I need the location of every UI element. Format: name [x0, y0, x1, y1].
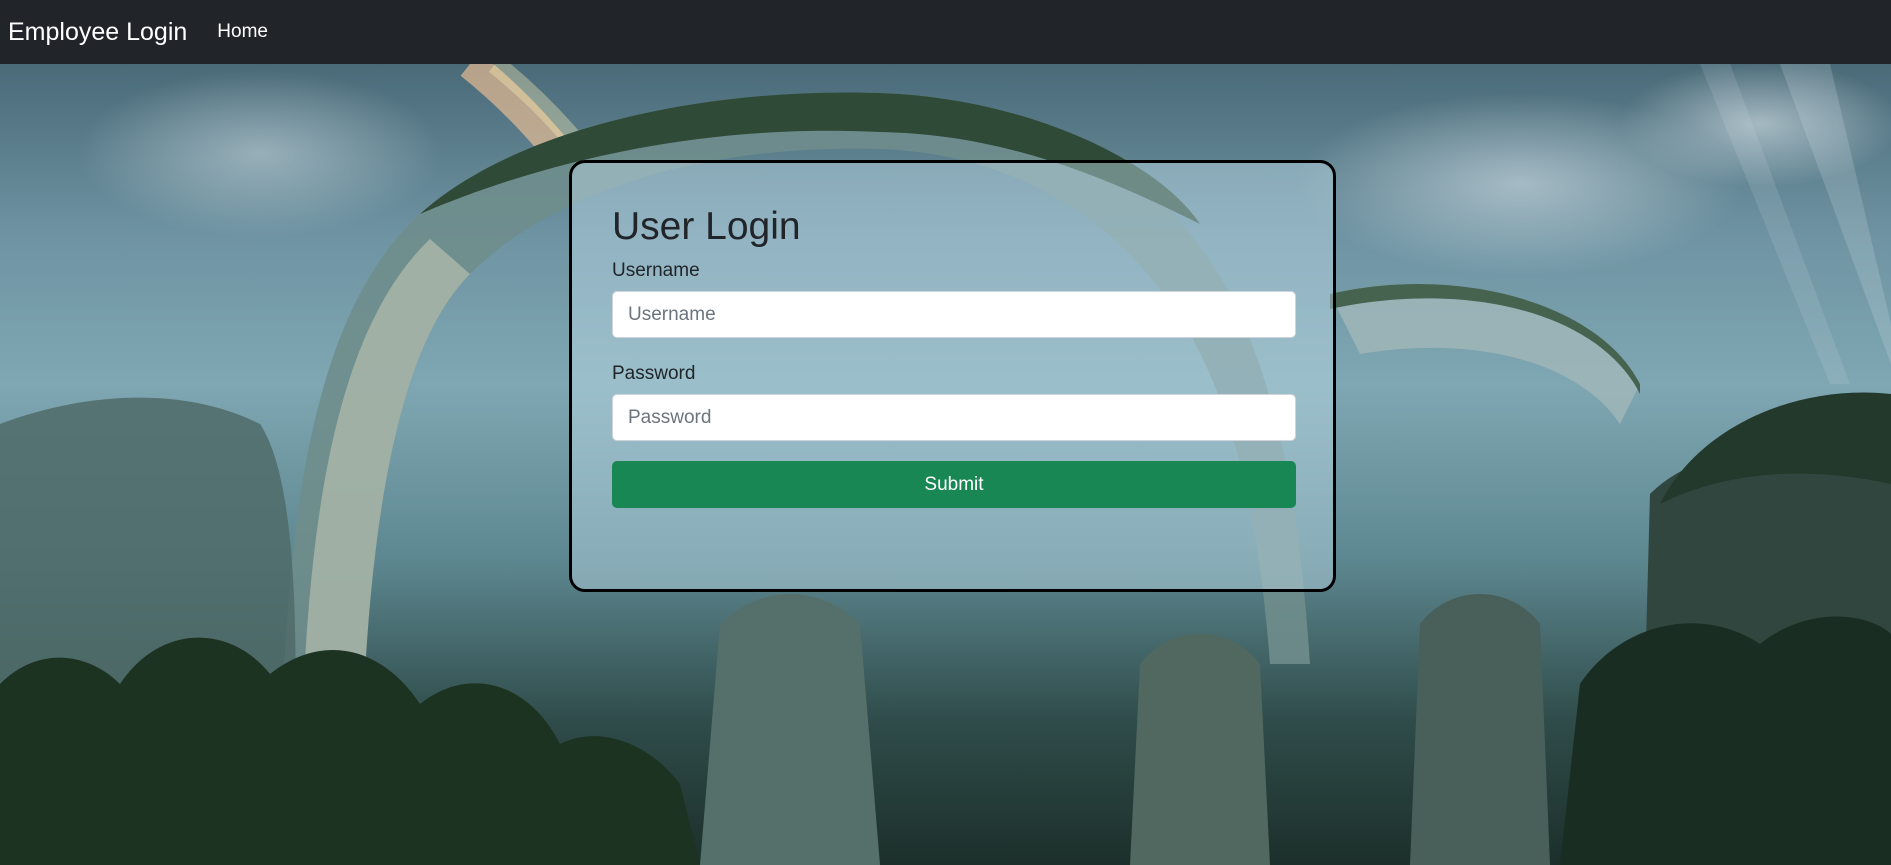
submit-button[interactable]: Submit [612, 461, 1296, 508]
navbar-brand[interactable]: Employee Login [8, 18, 187, 47]
username-label: Username [612, 260, 700, 281]
form-title: User Login [612, 205, 801, 248]
login-card: User Login Username Password Submit [569, 160, 1336, 592]
top-navbar: Employee Login Home [0, 0, 1891, 64]
username-input[interactable] [612, 291, 1296, 338]
password-input[interactable] [612, 394, 1296, 441]
nav-link-home[interactable]: Home [217, 21, 268, 43]
password-label: Password [612, 363, 696, 384]
